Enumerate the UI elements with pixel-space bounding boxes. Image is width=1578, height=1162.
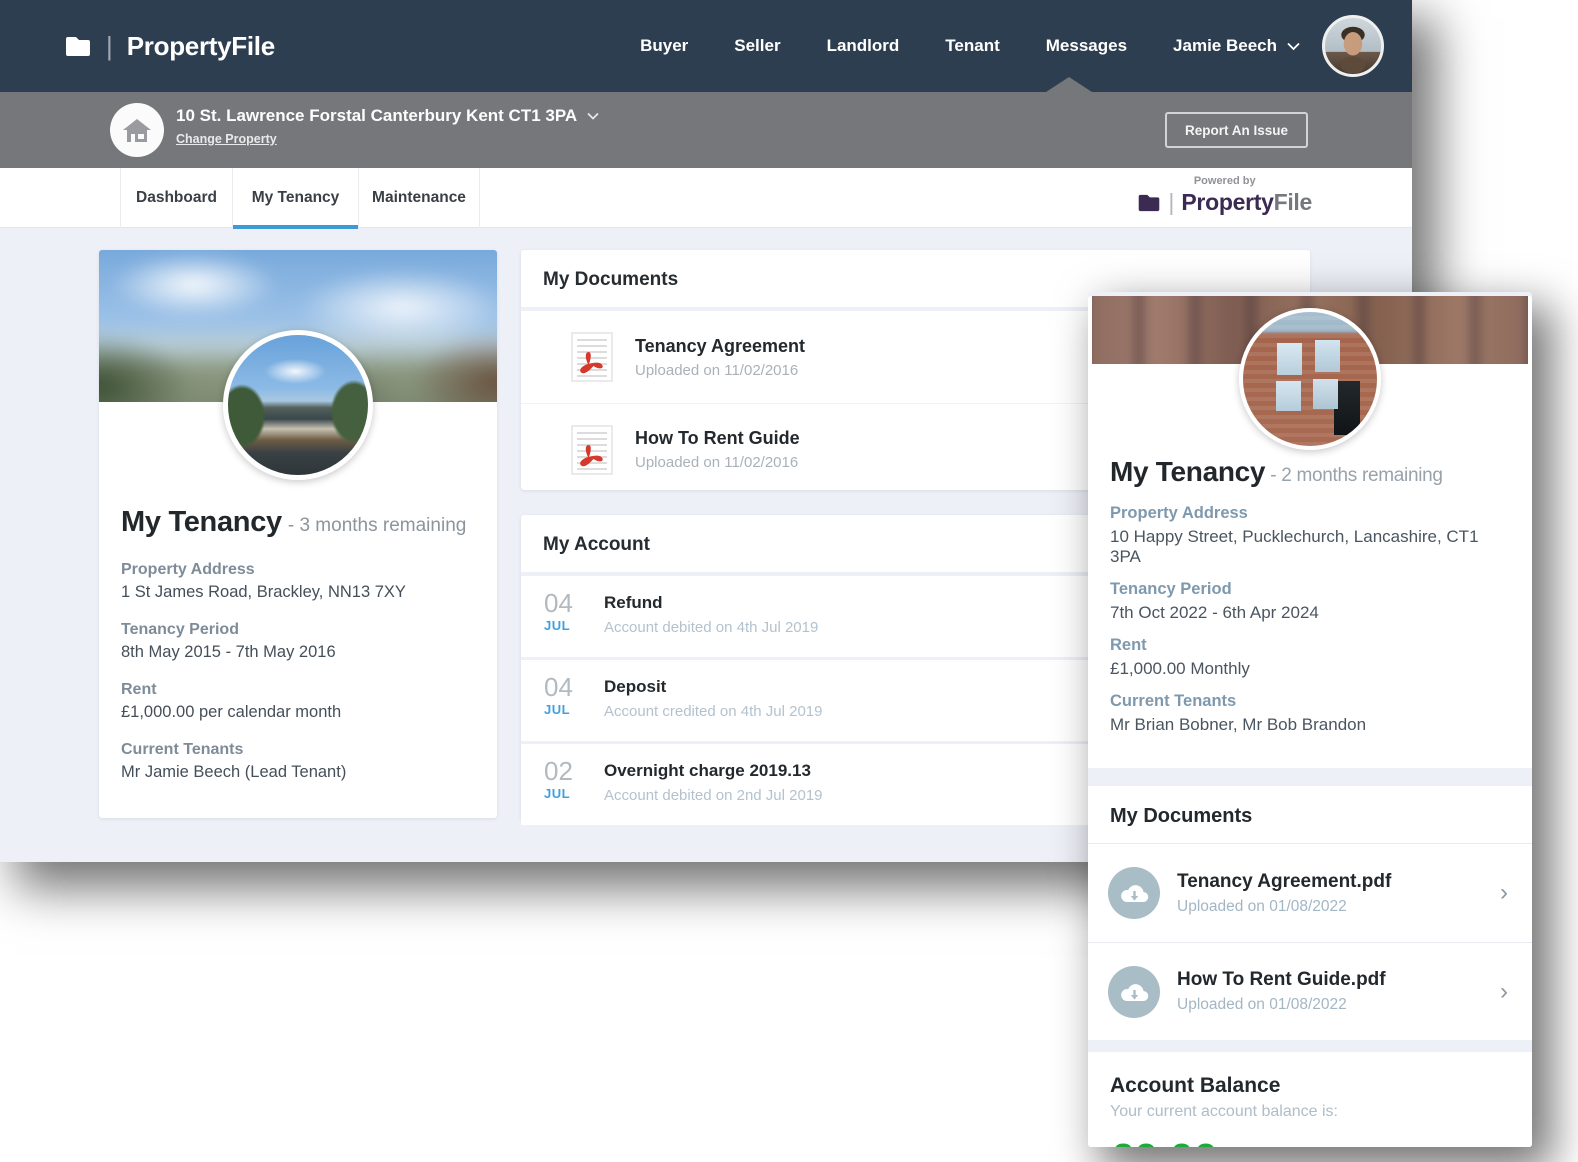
property-bar: 10 St. Lawrence Forstal Canterbury Kent …	[0, 92, 1412, 168]
documents-card-title: My Documents	[1088, 786, 1532, 844]
document-row[interactable]: Tenancy Agreement.pdf Uploaded on 01/08/…	[1088, 844, 1532, 942]
house-icon	[122, 116, 152, 144]
nav-tenant[interactable]: Tenant	[945, 36, 999, 56]
tab-maintenance[interactable]: Maintenance	[358, 168, 480, 228]
mobile-tenancy-panel: My Tenancy- 2 months remaining Property …	[1088, 292, 1532, 1147]
brand-divider: |	[1168, 189, 1174, 216]
date-badge: 04 JUL	[544, 591, 586, 633]
pdf-file-icon	[571, 425, 613, 475]
property-photo	[223, 330, 373, 480]
date-badge: 02 JUL	[544, 759, 586, 801]
nav-items: Buyer Seller Landlord Tenant Messages	[640, 36, 1127, 56]
powered-brand: PropertyFile	[1181, 189, 1312, 216]
tenancy-title: My Tenancy- 2 months remaining	[1110, 456, 1510, 488]
chevron-down-icon	[587, 112, 599, 120]
balance-amount: £0.00	[1110, 1135, 1510, 1147]
property-thumb	[110, 103, 164, 157]
date-badge: 04 JUL	[544, 675, 586, 717]
chevron-right-icon[interactable]: ›	[1500, 881, 1512, 905]
chevron-right-icon[interactable]: ›	[1500, 980, 1512, 1004]
field-tenancy-period: Tenancy Period 7th Oct 2022 - 6th Apr 20…	[1110, 580, 1510, 623]
chevron-down-icon	[1287, 42, 1300, 51]
property-photo	[1239, 308, 1381, 450]
documents-card-mobile: My Documents Tenancy Agreement.pdf Uploa…	[1088, 786, 1532, 1040]
report-issue-button[interactable]: Report An Issue	[1165, 112, 1308, 148]
change-property-link[interactable]: Change Property	[176, 132, 277, 146]
tenancy-summary-card-mobile: My Tenancy- 2 months remaining Property …	[1088, 296, 1532, 768]
folder-icon	[1137, 194, 1161, 212]
property-selector[interactable]: 10 St. Lawrence Forstal Canterbury Kent …	[176, 106, 599, 126]
field-rent: Rent £1,000.00 Monthly	[1110, 636, 1510, 679]
user-avatar[interactable]	[1322, 15, 1384, 77]
folder-icon	[64, 36, 92, 57]
user-name: Jamie Beech	[1173, 36, 1277, 56]
tenancy-summary-card: My Tenancy- 3 months remaining Property …	[99, 250, 497, 818]
tab-dashboard[interactable]: Dashboard	[120, 168, 232, 228]
tab-bar: Dashboard My Tenancy Maintenance Powered…	[0, 168, 1412, 228]
field-tenancy-period: Tenancy Period 8th May 2015 - 7th May 20…	[121, 621, 475, 662]
balance-subtitle: Your current account balance is:	[1110, 1103, 1510, 1121]
field-property-address: Property Address 10 Happy Street, Puckle…	[1110, 504, 1510, 567]
pdf-file-icon	[571, 332, 613, 382]
field-property-address: Property Address 1 St James Road, Brackl…	[121, 561, 475, 602]
nav-seller[interactable]: Seller	[734, 36, 780, 56]
nav-buyer[interactable]: Buyer	[640, 36, 688, 56]
top-navbar: | PropertyFile Buyer Seller Landlord Ten…	[0, 0, 1412, 92]
field-current-tenants: Current Tenants Mr Brian Bobner, Mr Bob …	[1110, 692, 1510, 735]
document-row[interactable]: How To Rent Guide.pdf Uploaded on 01/08/…	[1088, 942, 1532, 1040]
field-rent: Rent £1,000.00 per calendar month	[121, 681, 475, 722]
field-current-tenants: Current Tenants Mr Jamie Beech (Lead Ten…	[121, 741, 475, 782]
nav-messages[interactable]: Messages	[1046, 36, 1127, 56]
user-menu[interactable]: Jamie Beech	[1173, 36, 1300, 56]
download-cloud-icon	[1108, 867, 1160, 919]
tenancy-remaining: - 3 months remaining	[288, 515, 466, 536]
brand-divider: |	[106, 31, 113, 62]
tenancy-title: My Tenancy- 3 months remaining	[121, 506, 475, 539]
download-cloud-icon	[1108, 966, 1160, 1018]
account-balance-card: Account Balance Your current account bal…	[1088, 1052, 1532, 1147]
brand-name: PropertyFile	[127, 31, 275, 62]
powered-by-label: Powered by	[1137, 175, 1312, 187]
powered-by-logo: Powered by | PropertyFile	[1137, 175, 1312, 216]
brand-logo[interactable]: | PropertyFile	[64, 31, 275, 62]
nav-landlord[interactable]: Landlord	[827, 36, 900, 56]
property-address: 10 St. Lawrence Forstal Canterbury Kent …	[176, 106, 577, 126]
balance-title: Account Balance	[1110, 1074, 1510, 1098]
tab-my-tenancy[interactable]: My Tenancy	[232, 168, 358, 228]
tenancy-remaining: - 2 months remaining	[1270, 465, 1442, 486]
